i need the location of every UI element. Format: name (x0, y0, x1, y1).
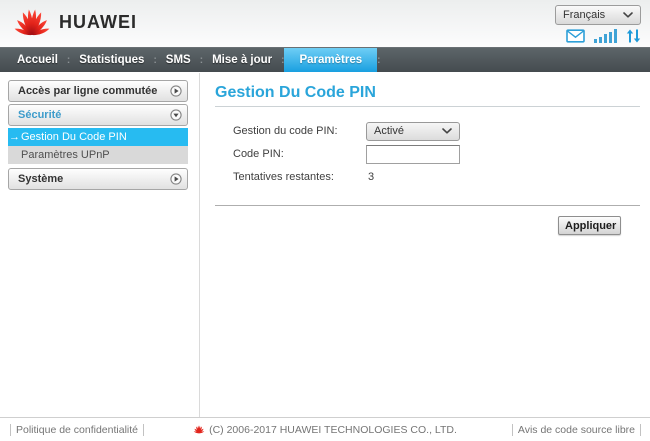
nav-label: Mise à jour (212, 54, 272, 66)
expanded-arrow-icon (170, 109, 182, 121)
updown-icon (626, 29, 641, 43)
sidebar-item-label: Paramètres UPnP (21, 149, 110, 161)
nav-item-statistiques[interactable]: Statistiques (70, 48, 153, 72)
sidebar-item-label: Gestion Du Code PIN (21, 131, 127, 143)
header: HUAWEI Français (0, 0, 650, 47)
sidebar-group-securite[interactable]: Sécurité (8, 104, 188, 126)
nav-label: Accueil (17, 54, 58, 66)
sidebar-group-label: Accès par ligne commutée (18, 85, 157, 97)
content-divider (199, 73, 200, 417)
form-row-pin-management: Gestion du code PIN: Activé (233, 121, 460, 141)
mail-icon[interactable] (566, 29, 585, 43)
footer: Politique de confidentialité (C) 2006-20… (0, 418, 650, 441)
attempts-label: Tentatives restantes: (233, 171, 366, 183)
collapsed-arrow-icon (170, 85, 182, 97)
footer-bar (640, 424, 641, 436)
pin-code-input[interactable] (366, 145, 460, 164)
pin-management-select-value: Activé (374, 125, 404, 137)
attempts-value: 3 (366, 171, 374, 183)
huawei-admin-page: HUAWEI Français (0, 0, 650, 441)
sidebar-group-systeme[interactable]: Système (8, 168, 188, 190)
status-icons (566, 29, 641, 43)
pin-form: Gestion du code PIN: Activé Code PIN: Te… (233, 121, 460, 190)
footer-bar (512, 424, 513, 436)
collapsed-arrow-icon (170, 173, 182, 185)
nav-label: Paramètres (299, 54, 362, 66)
active-item-arrow: → (9, 131, 20, 143)
sidebar-item-gestion-code-pin[interactable]: → Gestion Du Code PIN (8, 128, 188, 146)
main-nav: Accueil : Statistiques : SMS : Mise à jo… (0, 47, 650, 72)
title-underline (215, 106, 640, 107)
chevron-down-icon (442, 128, 452, 134)
huawei-flower-icon (12, 8, 52, 37)
pin-code-label: Code PIN: (233, 148, 366, 160)
open-source-link[interactable]: Avis de code source libre (507, 418, 646, 441)
sidebar: Accès par ligne commutée Sécurité → Gest… (8, 80, 188, 192)
chevron-down-icon (623, 12, 633, 18)
pin-management-select[interactable]: Activé (366, 122, 460, 141)
open-source-link-label: Avis de code source libre (518, 424, 635, 436)
form-row-pin-code: Code PIN: (233, 144, 460, 164)
brand-logo: HUAWEI (12, 8, 137, 37)
sidebar-group-label: Sécurité (18, 109, 61, 121)
pin-management-label: Gestion du code PIN: (233, 125, 366, 137)
language-select-value: Français (563, 9, 605, 21)
page-title: Gestion Du Code PIN (215, 84, 376, 102)
sidebar-group-label: Système (18, 173, 63, 185)
nav-label: Statistiques (79, 54, 144, 66)
nav-item-accueil[interactable]: Accueil (8, 48, 67, 72)
copyright-text: (C) 2006-2017 HUAWEI TECHNOLOGIES CO., L… (209, 424, 457, 436)
nav-separator: : (377, 48, 380, 72)
nav-item-sms[interactable]: SMS (157, 48, 200, 72)
huawei-flower-icon (193, 425, 205, 434)
brand-name: HUAWEI (59, 12, 137, 33)
nav-item-mise-a-jour[interactable]: Mise à jour (203, 48, 281, 72)
language-select[interactable]: Français (555, 5, 641, 25)
sidebar-item-parametres-upnp[interactable]: Paramètres UPnP (8, 146, 188, 164)
form-row-attempts: Tentatives restantes: 3 (233, 167, 460, 187)
nav-label: SMS (166, 54, 191, 66)
signal-icon (594, 29, 617, 43)
section-divider (215, 205, 640, 206)
sidebar-group-acces-ligne-commutee[interactable]: Accès par ligne commutée (8, 80, 188, 102)
nav-item-parametres[interactable]: Paramètres (284, 48, 377, 72)
apply-button[interactable]: Appliquer (558, 216, 621, 235)
